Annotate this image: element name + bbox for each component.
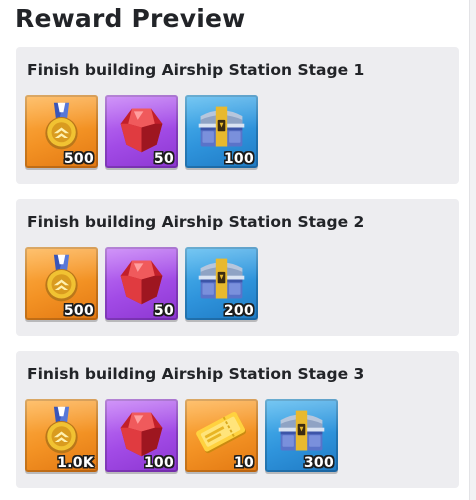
page-title: Reward Preview bbox=[15, 4, 246, 33]
reward-row: 1.0K 100 10 300 bbox=[25, 399, 338, 472]
reward-quantity: 50 bbox=[153, 151, 174, 167]
reward-quantity: 300 bbox=[303, 455, 334, 471]
stage-title: Finish building Airship Station Stage 3 bbox=[27, 365, 365, 383]
stage-panel-2: Finish building Airship Station Stage 2 … bbox=[16, 199, 459, 336]
stage-title: Finish building Airship Station Stage 1 bbox=[27, 61, 365, 79]
reward-row: 500 50 bbox=[25, 247, 258, 320]
stage-title: Finish building Airship Station Stage 2 bbox=[27, 213, 365, 231]
reward-ruby[interactable]: 50 bbox=[105, 247, 178, 320]
reward-chest[interactable]: 300 bbox=[265, 399, 338, 472]
ticket-icon bbox=[196, 411, 246, 454]
reward-quantity: 10 bbox=[233, 455, 254, 471]
medal-icon bbox=[45, 406, 78, 454]
ruby-icon bbox=[120, 260, 163, 305]
reward-quantity: 1.0K bbox=[57, 455, 94, 471]
reward-ruby[interactable]: 100 bbox=[105, 399, 178, 472]
stage-panel-1: Finish building Airship Station Stage 1 … bbox=[16, 47, 459, 184]
reward-ruby[interactable]: 50 bbox=[105, 95, 178, 168]
medal-icon bbox=[45, 102, 78, 150]
reward-chest[interactable]: 100 bbox=[185, 95, 258, 168]
reward-quantity: 50 bbox=[153, 303, 174, 319]
reward-quantity: 100 bbox=[223, 151, 254, 167]
chest-icon bbox=[198, 106, 245, 147]
reward-medal[interactable]: 500 bbox=[25, 95, 98, 168]
medal-icon bbox=[45, 254, 78, 302]
reward-row: 500 50 bbox=[25, 95, 258, 168]
reward-chest[interactable]: 200 bbox=[185, 247, 258, 320]
reward-medal[interactable]: 1.0K bbox=[25, 399, 98, 472]
chest-icon bbox=[278, 410, 325, 451]
reward-quantity: 500 bbox=[63, 151, 94, 167]
ruby-icon bbox=[120, 108, 163, 153]
reward-quantity: 500 bbox=[63, 303, 94, 319]
reward-ticket[interactable]: 10 bbox=[185, 399, 258, 472]
reward-quantity: 100 bbox=[143, 455, 174, 471]
stage-panel-3: Finish building Airship Station Stage 3 … bbox=[16, 351, 459, 488]
ruby-icon bbox=[120, 412, 163, 457]
reward-quantity: 200 bbox=[223, 303, 254, 319]
chest-icon bbox=[198, 258, 245, 299]
scrollbar-track[interactable] bbox=[469, 0, 476, 500]
reward-medal[interactable]: 500 bbox=[25, 247, 98, 320]
